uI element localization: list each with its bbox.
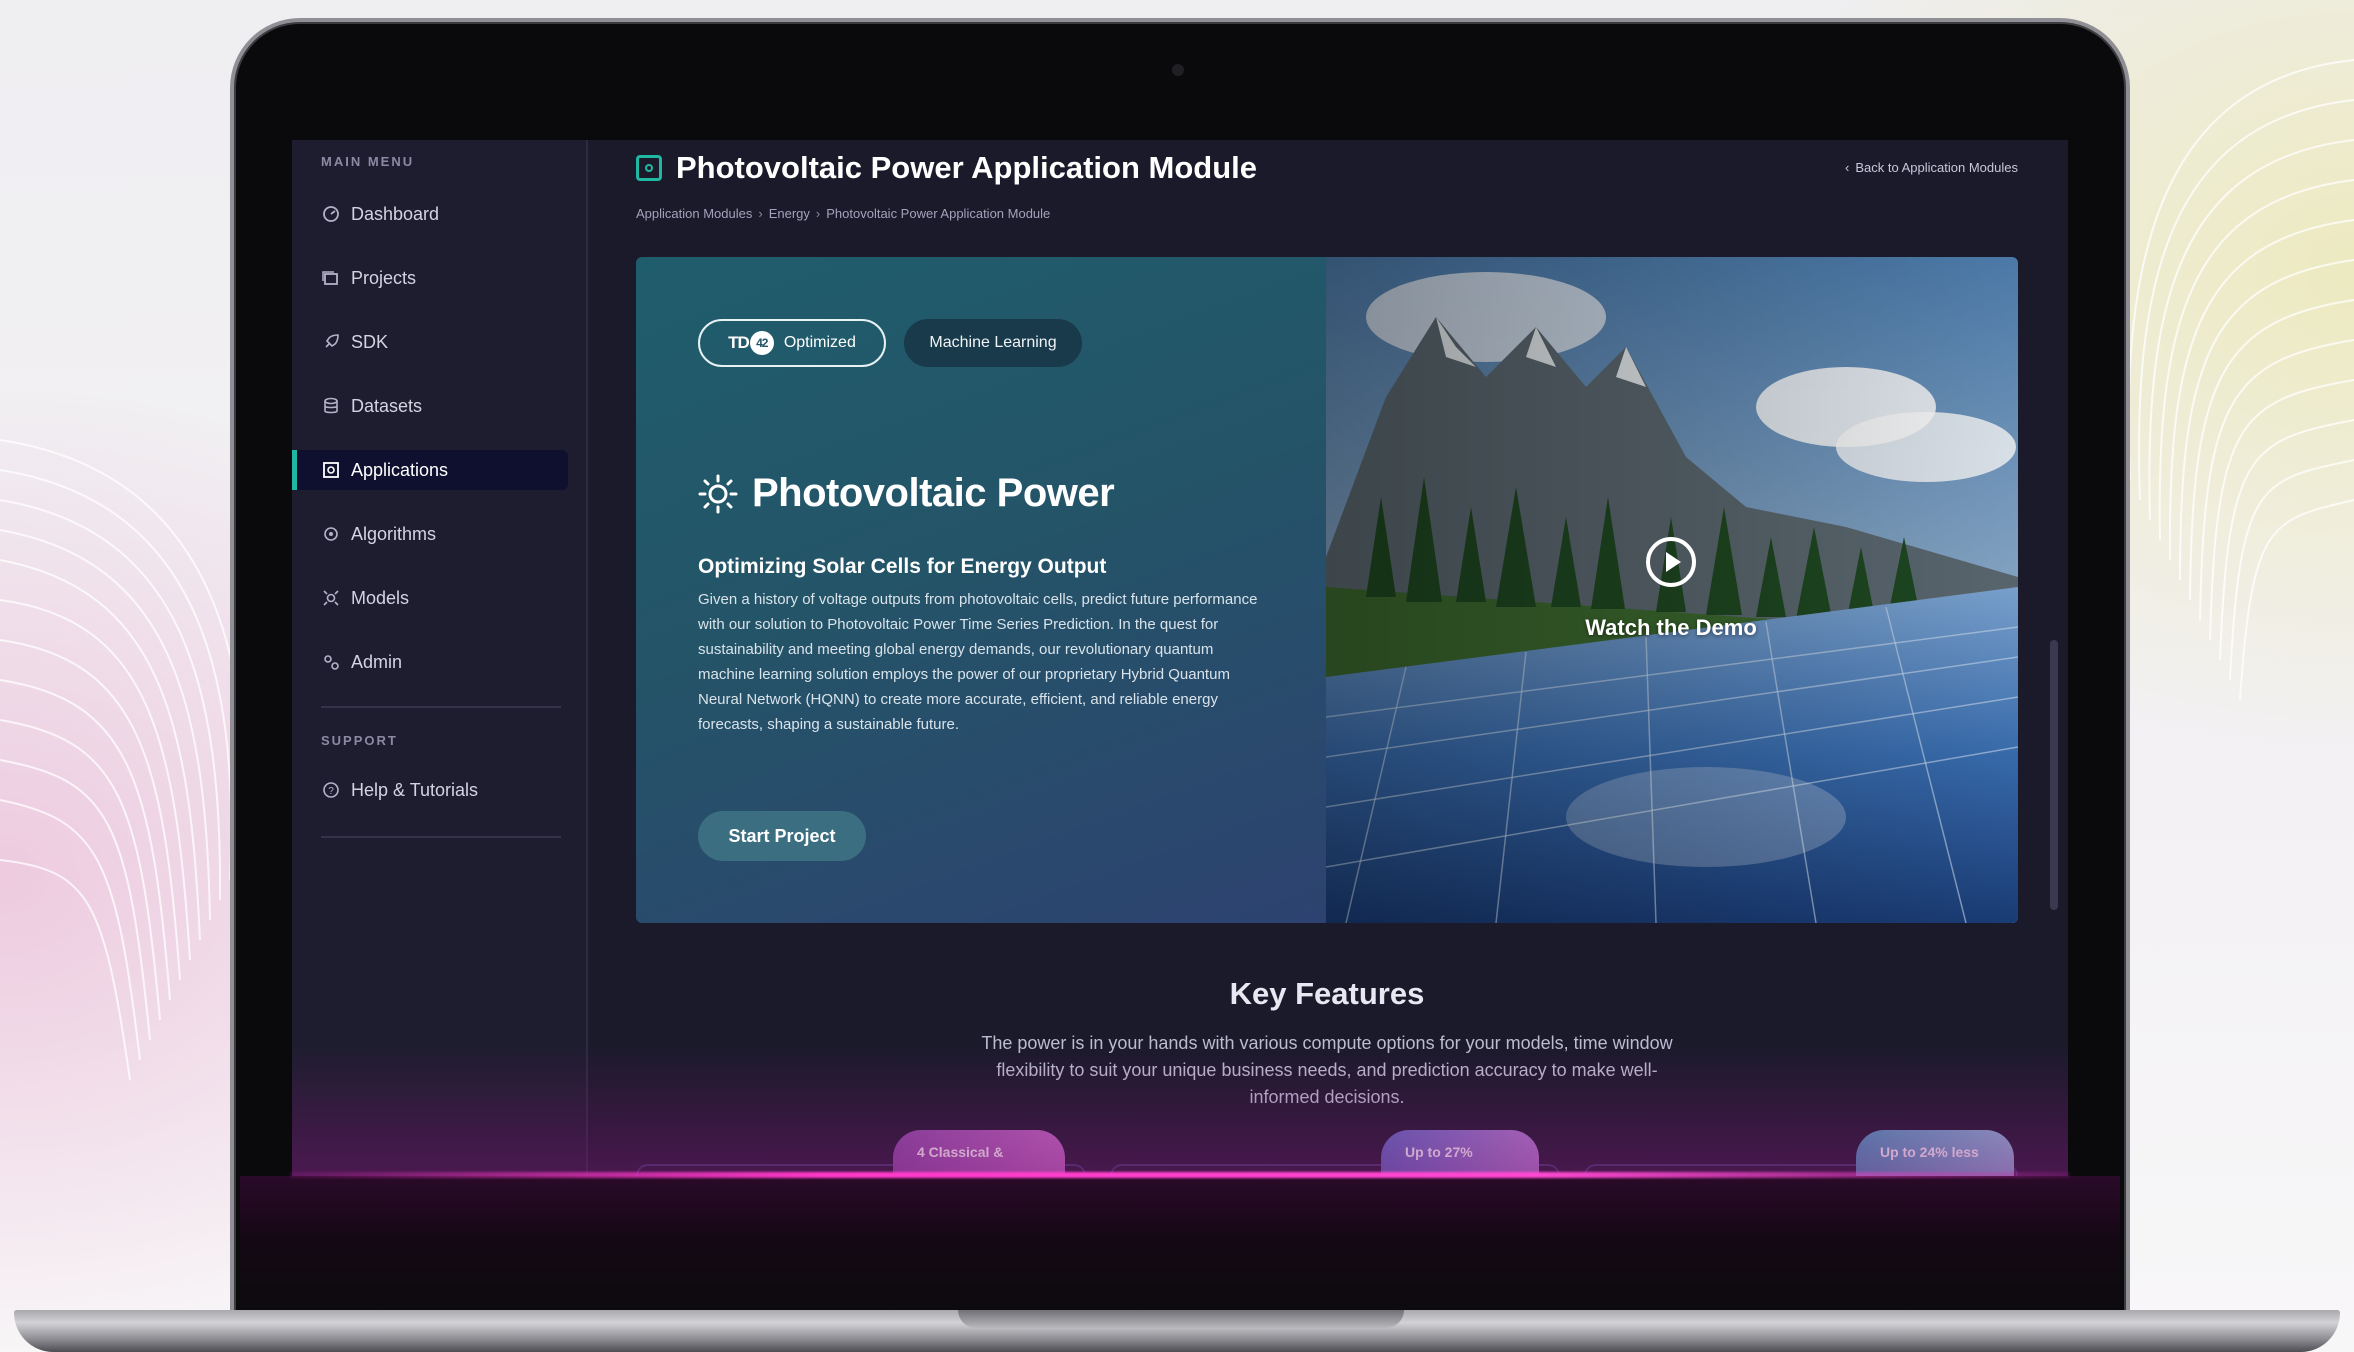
sidebar-item-help[interactable]: ? Help & Tutorials bbox=[292, 770, 568, 810]
sidebar-item-label: Applications bbox=[351, 459, 449, 480]
sidebar: MAIN MENU Dashboard Projects SDK Dataset… bbox=[292, 140, 588, 1176]
hero-description: Given a history of voltage outputs from … bbox=[698, 591, 1258, 733]
play-icon[interactable] bbox=[1646, 537, 1696, 587]
sidebar-item-models[interactable]: Models bbox=[292, 578, 568, 618]
main-menu-heading: MAIN MENU bbox=[321, 154, 415, 169]
badge-logo-mark: 42 bbox=[749, 331, 774, 355]
back-to-modules-link[interactable]: ‹ Back to Application Modules bbox=[1845, 160, 2018, 175]
screen-edge-glow bbox=[290, 1172, 2070, 1178]
sidebar-divider bbox=[321, 706, 561, 708]
sidebar-item-label: Models bbox=[351, 587, 410, 608]
hero-heading: Photovoltaic Power bbox=[698, 471, 1115, 516]
laptop-opening-notch bbox=[958, 1310, 1404, 1328]
feature-tag: Up to 27% bbox=[1381, 1130, 1539, 1176]
sidebar-item-datasets[interactable]: Datasets bbox=[292, 386, 568, 426]
optimized-badge: TD 42 Optimized bbox=[698, 319, 886, 367]
chevron-left-icon: ‹ bbox=[1845, 160, 1850, 175]
hero-title: Photovoltaic Power bbox=[752, 471, 1115, 515]
chevron-right-icon: › bbox=[815, 206, 821, 221]
admin-icon bbox=[321, 652, 341, 672]
badge-logo: TD 42 bbox=[728, 331, 774, 355]
svg-text:?: ? bbox=[328, 786, 334, 797]
sidebar-item-label: Algorithms bbox=[351, 523, 437, 544]
badge-optimized-label: Optimized bbox=[783, 334, 856, 351]
sidebar-item-dashboard[interactable]: Dashboard bbox=[292, 194, 568, 234]
hero-info-panel: TD 42 Optimized Machine Learning Photovo… bbox=[636, 257, 1326, 923]
watch-demo-label[interactable]: Watch the Demo bbox=[1576, 615, 1766, 641]
sidebar-item-label: Dashboard bbox=[351, 203, 440, 224]
dashboard-icon bbox=[321, 204, 341, 224]
start-project-button[interactable]: Start Project bbox=[698, 811, 866, 861]
sidebar-item-admin[interactable]: Admin bbox=[292, 642, 568, 682]
sidebar-item-projects[interactable]: Projects bbox=[292, 258, 568, 298]
sidebar-item-applications[interactable]: Applications bbox=[292, 450, 568, 490]
database-icon bbox=[321, 396, 341, 416]
sidebar-item-label: Admin bbox=[351, 651, 403, 672]
models-icon bbox=[321, 588, 341, 608]
hero-banner: TD 42 Optimized Machine Learning Photovo… bbox=[636, 257, 2018, 923]
rocket-icon bbox=[321, 332, 341, 352]
sidebar-item-algorithms[interactable]: Algorithms bbox=[292, 514, 568, 554]
scrollbar-thumb[interactable] bbox=[2050, 640, 2058, 910]
sidebar-item-label: SDK bbox=[351, 331, 389, 352]
sun-icon bbox=[698, 474, 738, 513]
back-link-label: Back to Application Modules bbox=[1855, 160, 2018, 175]
module-icon bbox=[636, 155, 662, 181]
badge-logo-text: TD bbox=[728, 333, 750, 352]
feature-tag: 4 Classical & bbox=[893, 1130, 1065, 1176]
breadcrumb-item[interactable]: Application Modules bbox=[636, 206, 752, 221]
hero-subtitle: Optimizing Solar Cells for Energy Output bbox=[698, 555, 1107, 578]
applications-icon bbox=[321, 460, 341, 480]
laptop-chin bbox=[240, 1176, 2120, 1314]
sidebar-item-label: Datasets bbox=[351, 395, 423, 416]
projects-icon bbox=[321, 268, 341, 288]
algorithms-icon bbox=[321, 524, 341, 544]
main-content: Photovoltaic Power Application Module ‹ … bbox=[590, 140, 2068, 1176]
feature-tag: Up to 24% less bbox=[1856, 1130, 2014, 1176]
demo-video-panel[interactable]: Watch the Demo bbox=[1326, 257, 2018, 923]
breadcrumb: Application Modules › Energy › Photovolt… bbox=[636, 206, 1050, 221]
sidebar-item-label: Help & Tutorials bbox=[351, 779, 479, 800]
app-screen: MAIN MENU Dashboard Projects SDK Dataset… bbox=[292, 140, 2068, 1176]
sidebar-item-sdk[interactable]: SDK bbox=[292, 322, 568, 362]
solar-landscape-image bbox=[1326, 257, 2018, 923]
laptop-camera bbox=[1172, 64, 1184, 76]
sidebar-divider bbox=[321, 836, 561, 838]
page-title: Photovoltaic Power Application Module bbox=[676, 150, 1257, 185]
chevron-right-icon: › bbox=[758, 206, 763, 221]
title-row: Photovoltaic Power Application Module bbox=[636, 150, 1257, 186]
help-icon: ? bbox=[321, 780, 341, 800]
key-features-title: Key Features bbox=[1229, 976, 1425, 1011]
machine-learning-badge: Machine Learning bbox=[904, 319, 1082, 367]
key-features-description: The power is in your hands with various … bbox=[981, 1033, 1673, 1107]
sidebar-item-label: Projects bbox=[351, 267, 417, 288]
breadcrumb-item[interactable]: Energy bbox=[769, 206, 810, 221]
breadcrumb-item: Photovoltaic Power Application Module bbox=[826, 206, 1051, 221]
support-heading: SUPPORT bbox=[321, 733, 398, 748]
